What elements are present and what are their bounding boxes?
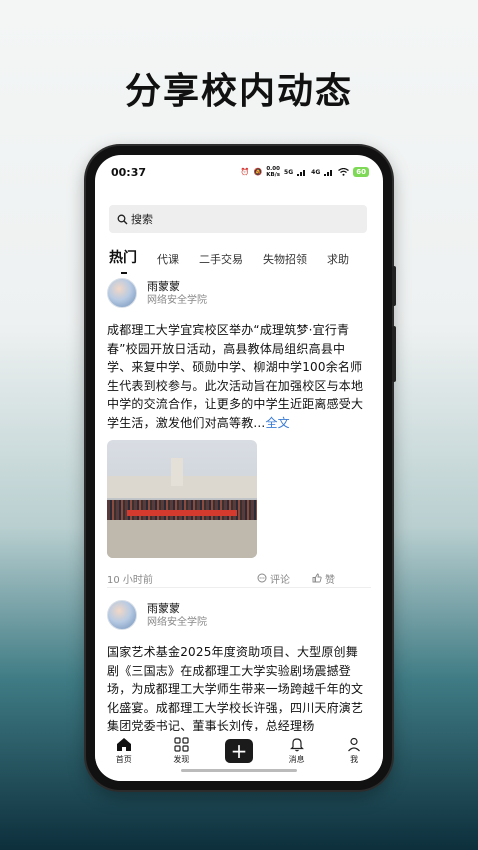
signal-bars-icon-2 (324, 170, 333, 176)
post-header: 雨蒙蒙 网络安全学院 (107, 599, 369, 631)
plus-icon[interactable]: + (224, 739, 253, 763)
nav-post[interactable]: + (219, 737, 259, 763)
nav-messages[interactable]: 消息 (277, 737, 317, 765)
post-time: 10 小时前 (107, 574, 153, 586)
status-bar: 00:37 ⏰ 🔕 0.00 KB/s 5G 4G 60 (95, 155, 383, 189)
search-label: 搜索 (131, 213, 153, 226)
nav-messages-label: 消息 (288, 755, 305, 764)
post-body: 成都理工大学宜宾校区举办“成理筑梦·宜行青春”校园开放日活动，高县教体局组织高县… (107, 323, 364, 430)
nav-me[interactable]: 我 (334, 737, 374, 765)
nav-home[interactable]: 首页 (104, 737, 144, 765)
mute-icon: 🔕 (253, 168, 263, 176)
signal-bars-icon (297, 170, 306, 176)
post-header: 雨蒙蒙 网络安全学院 (107, 277, 369, 309)
home-icon (116, 738, 131, 751)
bell-icon (289, 738, 304, 752)
author-college: 网络安全学院 (147, 616, 207, 628)
nav-me-label: 我 (350, 755, 359, 764)
post-card[interactable]: 雨蒙蒙 网络安全学院 国家艺术基金2025年度资助项目、大型原创舞剧《三国志》在… (107, 599, 369, 736)
tab-second-hand[interactable]: 二手交易 (199, 251, 243, 267)
tab-hot[interactable]: 热门 (109, 247, 137, 274)
author-college: 网络安全学院 (147, 294, 207, 306)
post-card[interactable]: 雨蒙蒙 网络安全学院 成都理工大学宜宾校区举办“成理筑梦·宜行青春”校园开放日活… (107, 277, 369, 586)
like-label: 赞 (325, 574, 335, 586)
tab-help[interactable]: 求助 (327, 251, 349, 267)
comment-button[interactable]: 评论 (257, 571, 290, 586)
headline: 分享校内动态 (124, 71, 353, 112)
search-icon (117, 214, 128, 224)
comment-label: 评论 (270, 574, 290, 586)
phone-frame: 00:37 ⏰ 🔕 0.00 KB/s 5G 4G 60 搜索 热门 代课 二手… (86, 146, 396, 790)
tab-lost-found[interactable]: 失物招领 (263, 251, 307, 267)
category-tabs: 热门 代课 二手交易 失物招领 求助 (109, 243, 369, 274)
post-footer: 10 小时前 评论 赞 (107, 570, 369, 586)
post-text: 国家艺术基金2025年度资助项目、大型原创舞剧《三国志》在成都理工大学实验剧场震… (107, 645, 364, 733)
nav-discover[interactable]: 发现 (161, 737, 201, 765)
photo-plaza (107, 520, 257, 558)
status-time: 00:37 (111, 165, 147, 179)
home-indicator (181, 769, 297, 772)
nav-home-label: 首页 (115, 755, 132, 764)
avatar[interactable] (107, 278, 137, 308)
author-name[interactable]: 雨蒙蒙 (147, 601, 207, 616)
comment-icon (257, 573, 267, 583)
net-speed-unit: KB/s (266, 172, 281, 178)
bottom-nav: 首页 发现 + 消息 我 (95, 731, 383, 781)
battery-indicator: 60 (353, 167, 369, 177)
thumbs-up-icon (312, 573, 322, 583)
wifi-icon (338, 168, 350, 176)
photo-tower (171, 458, 183, 486)
read-more-link[interactable]: 全文 (265, 416, 289, 430)
nav-discover-label: 发现 (173, 755, 190, 764)
like-button[interactable]: 赞 (312, 571, 335, 586)
volume-button (392, 266, 396, 306)
post-text: 成都理工大学宜宾校区举办“成理筑梦·宜行青春”校园开放日活动，高县教体局组织高县… (107, 321, 369, 432)
user-icon (348, 737, 361, 752)
author-name[interactable]: 雨蒙蒙 (147, 279, 207, 294)
power-button (392, 326, 396, 382)
signal-5g: 5G (284, 168, 294, 176)
alarm-icon: ⏰ (240, 168, 250, 176)
phone-screen: 00:37 ⏰ 🔕 0.00 KB/s 5G 4G 60 搜索 热门 代课 二手… (95, 155, 383, 781)
post-divider (107, 587, 371, 588)
avatar[interactable] (107, 600, 137, 630)
photo-banner (127, 510, 237, 516)
tab-substitute-class[interactable]: 代课 (157, 251, 179, 267)
net-speed: 0.00 KB/s (266, 166, 280, 178)
signal-4g: 4G (311, 168, 321, 176)
post-photo[interactable] (107, 440, 257, 558)
search-bar[interactable]: 搜索 (109, 205, 367, 233)
grid-icon (174, 737, 189, 752)
status-icons: ⏰ 🔕 0.00 KB/s 5G 4G 60 (241, 166, 369, 178)
